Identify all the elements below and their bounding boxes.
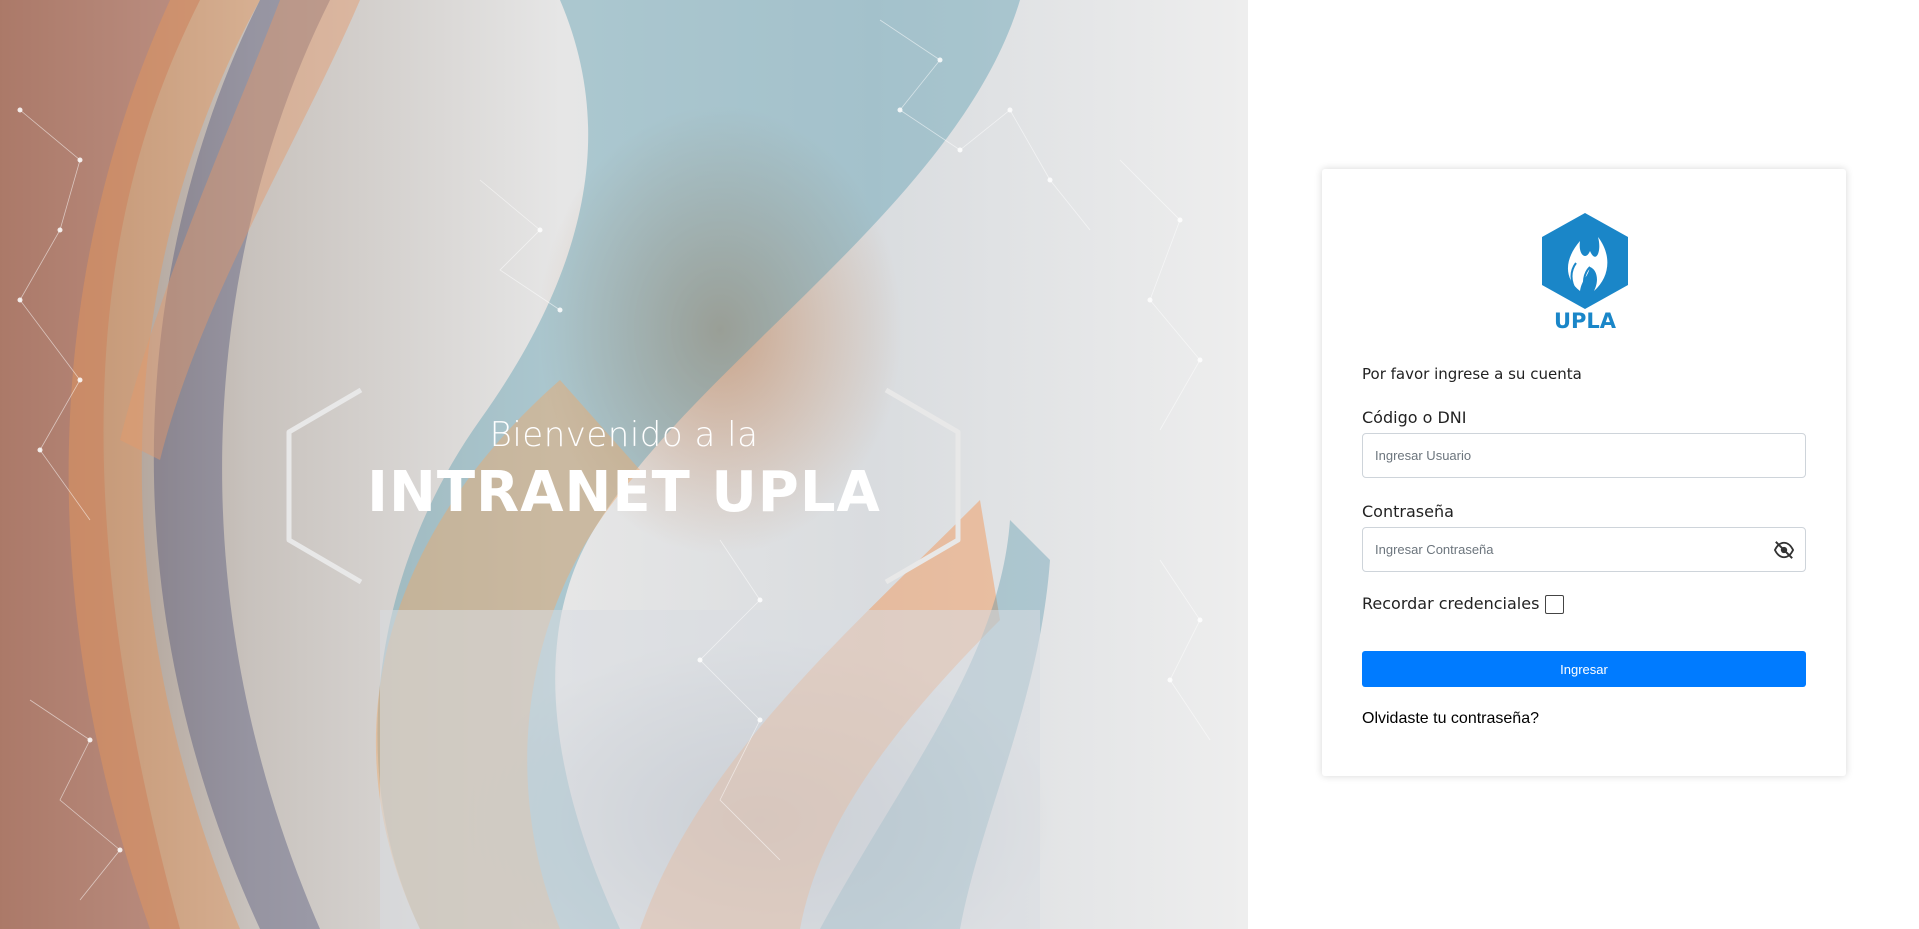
eye-slash-icon[interactable] [1773,540,1795,560]
forgot-password-link[interactable]: Olvidaste tu contraseña? [1362,710,1539,728]
remember-checkbox[interactable] [1545,595,1565,614]
welcome-text: Bienvenido a la [489,415,759,455]
user-field [1362,433,1806,478]
login-subtitle: Por favor ingrese a su cuenta [1362,365,1582,383]
logo-text: UPLA [1553,309,1617,333]
login-submit-button[interactable]: Ingresar [1362,651,1806,687]
upla-flame-icon [1542,213,1628,309]
intranet-title: INTRANET UPLA [367,460,881,525]
user-label: Código o DNI [1362,408,1467,427]
password-field [1362,527,1806,572]
hero-panel: Bienvenido a la INTRANET UPLA [0,0,1248,929]
password-input[interactable] [1363,528,1805,571]
password-label: Contraseña [1362,502,1454,521]
remember-row: Recordar credenciales [1362,592,1565,614]
username-input[interactable] [1363,434,1805,477]
login-card: UPLA Por favor ingrese a su cuenta Códig… [1322,169,1846,776]
remember-label: Recordar credenciales [1362,593,1540,613]
upla-logo: UPLA [1540,211,1630,333]
